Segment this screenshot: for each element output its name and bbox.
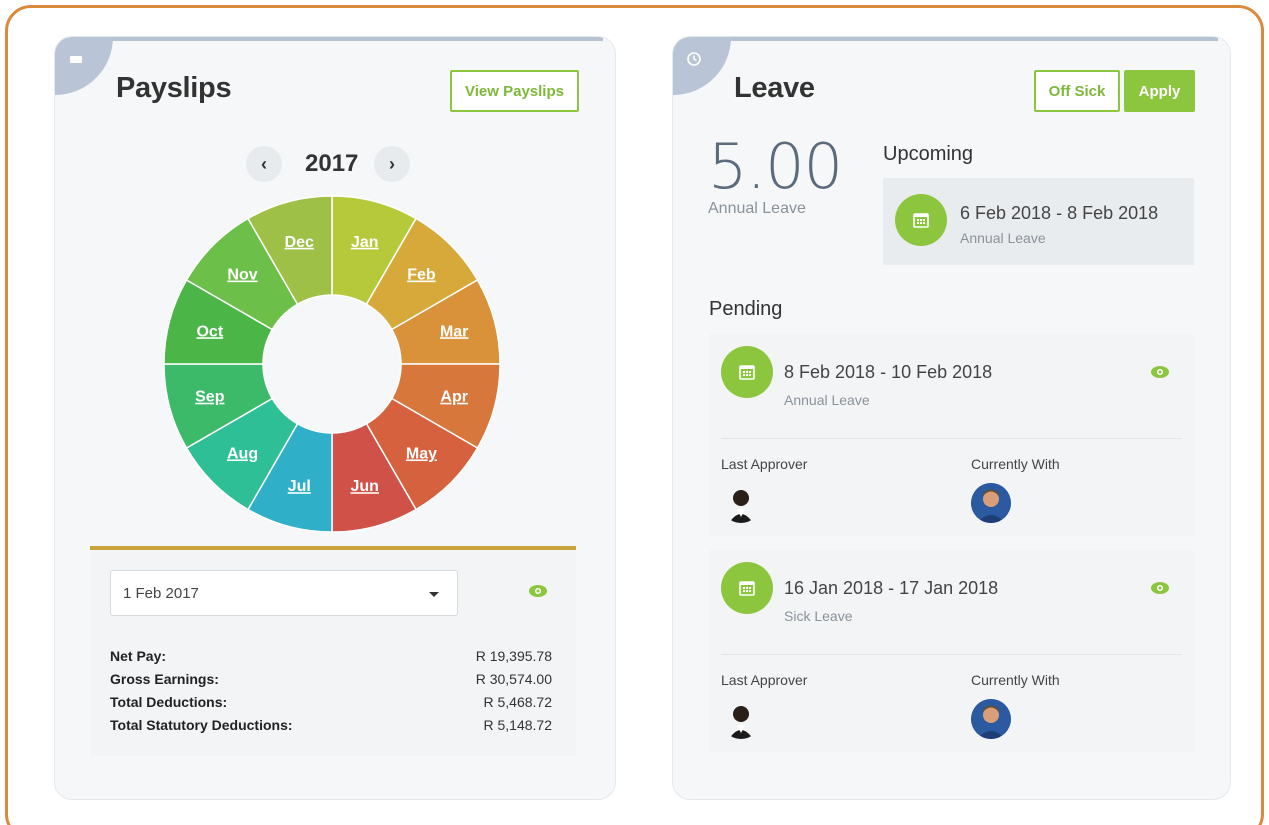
last-approver-avatar[interactable]: [721, 699, 761, 739]
last-approver-label: Last Approver: [721, 672, 808, 688]
leave-title: Leave: [734, 72, 815, 104]
summary-value: R 19,395.78: [475, 648, 552, 664]
currently-with-avatar[interactable]: [971, 483, 1011, 523]
month-label-jun[interactable]: Jun: [351, 478, 379, 495]
month-label-oct[interactable]: Oct: [196, 323, 223, 340]
row-divider: [721, 654, 1182, 655]
summary-value: R 30,574.00: [475, 671, 552, 687]
leave-date-range: 6 Feb 2018 - 8 Feb 2018: [960, 203, 1159, 223]
summary-label: Total Deductions:: [110, 694, 228, 710]
pending-heading: Pending: [709, 298, 783, 320]
calendar-icon: [913, 213, 929, 228]
last-approver-avatar[interactable]: [721, 483, 761, 523]
leave-date-range: 8 Feb 2018 - 10 Feb 2018: [784, 362, 993, 382]
currently-with-label: Currently With: [971, 456, 1060, 472]
clock-icon: [687, 52, 701, 66]
month-label-sep[interactable]: Sep: [195, 389, 225, 406]
month-label-nov[interactable]: Nov: [227, 267, 257, 284]
eye-icon[interactable]: [1150, 581, 1170, 595]
last-approver-label: Last Approver: [721, 456, 808, 472]
month-label-apr[interactable]: Apr: [440, 389, 468, 406]
summary-value: R 5,148.72: [483, 717, 553, 733]
caret-down-icon: [429, 592, 439, 597]
leave-balance: 5.00: [708, 130, 843, 203]
summary-value: R 5,468.72: [483, 694, 553, 710]
upcoming-heading: Upcoming: [883, 143, 974, 165]
leave-corner: [673, 37, 731, 95]
currently-with-avatar[interactable]: [971, 699, 1011, 739]
month-label-dec[interactable]: Dec: [285, 234, 314, 251]
payslip-summary: 1 Feb 2017 Net Pay: R 19,395.78 Gross Ea…: [90, 550, 576, 756]
calendar-badge: [895, 194, 947, 246]
off-sick-button[interactable]: Off Sick: [1034, 70, 1120, 112]
month-label-aug[interactable]: Aug: [227, 445, 258, 462]
summary-row: Total Statutory Deductions: R 5,148.72: [110, 717, 552, 739]
payslip-date-value: 1 Feb 2017: [123, 584, 199, 602]
summary-label: Net Pay:: [110, 648, 167, 664]
leave-type: Annual Leave: [784, 392, 870, 408]
month-label-feb[interactable]: Feb: [407, 267, 436, 284]
upcoming-leave-item[interactable]: 6 Feb 2018 - 8 Feb 2018 Annual Leave: [883, 178, 1194, 265]
leave-balance-label: Annual Leave: [708, 200, 806, 217]
calendar-icon: [739, 581, 755, 596]
leave-type: Annual Leave: [960, 230, 1046, 246]
summary-label: Total Statutory Deductions:: [110, 717, 293, 733]
calendar-badge: [721, 562, 773, 614]
payslip-date-select[interactable]: 1 Feb 2017: [110, 570, 458, 616]
row-divider: [721, 438, 1182, 439]
pending-leave-item: 16 Jan 2018 - 17 Jan 2018 Sick Leave Las…: [709, 550, 1194, 752]
month-label-may[interactable]: May: [406, 445, 437, 462]
pending-leave-item: 8 Feb 2018 - 10 Feb 2018 Annual Leave La…: [709, 334, 1194, 536]
eye-icon[interactable]: [1150, 365, 1170, 379]
leave-type: Sick Leave: [784, 608, 853, 624]
summary-row: Net Pay: R 19,395.78: [110, 648, 552, 670]
eye-icon[interactable]: [528, 584, 548, 598]
currently-with-label: Currently With: [971, 672, 1060, 688]
month-label-jan[interactable]: Jan: [351, 234, 379, 251]
month-label-mar[interactable]: Mar: [440, 323, 468, 340]
apply-button[interactable]: Apply: [1124, 70, 1195, 112]
calendar-badge: [721, 346, 773, 398]
summary-row: Total Deductions: R 5,468.72: [110, 694, 552, 716]
month-label-jul[interactable]: Jul: [288, 478, 311, 495]
summary-row: Gross Earnings: R 30,574.00: [110, 671, 552, 693]
leave-date-range: 16 Jan 2018 - 17 Jan 2018: [784, 578, 999, 598]
calendar-icon: [739, 365, 755, 380]
summary-label: Gross Earnings:: [110, 671, 219, 687]
